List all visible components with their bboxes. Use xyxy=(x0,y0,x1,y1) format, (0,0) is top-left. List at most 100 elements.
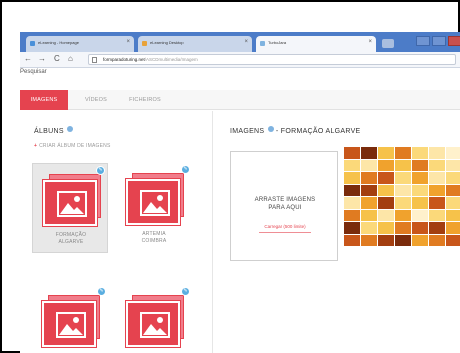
thumbnail-swatch xyxy=(378,147,394,159)
thumbnail-swatch xyxy=(446,184,460,196)
partial-search-label: Pesquisar xyxy=(20,69,47,75)
thumbnail-swatch xyxy=(429,209,445,221)
thumbnail-swatch xyxy=(429,159,445,171)
thumbnail-swatch xyxy=(361,184,377,196)
thumbnail-swatch xyxy=(395,184,411,196)
browser-tab-3[interactable]: TurboJara × xyxy=(256,36,376,52)
thumbnail-swatch xyxy=(446,222,460,234)
thumbnail-swatch xyxy=(446,147,460,159)
tab-favicon-icon xyxy=(142,41,147,46)
thumbnail-swatch xyxy=(395,209,411,221)
image-placeholder-icon xyxy=(56,312,86,338)
edit-badge-icon[interactable]: ✎ xyxy=(181,165,190,174)
address-bar[interactable]: formparadoturing.net/ASCDmultimedia/Imag… xyxy=(88,54,456,65)
thumbnail-swatch xyxy=(344,222,360,234)
thumbnail-swatch xyxy=(378,184,394,196)
album-card-formacao-algarve[interactable]: ✎ FORMAÇÃO ALGARVE xyxy=(32,163,108,253)
thumbnail-swatch xyxy=(412,184,428,196)
thumbnail-swatch xyxy=(344,172,360,184)
thumbnail-swatch xyxy=(446,172,460,184)
create-album-link[interactable]: + CRIAR ÁLBUM DE IMAGENS xyxy=(34,143,110,149)
browser-tab-2[interactable]: eLearning Desktop × xyxy=(138,36,252,52)
thumbnail-swatch xyxy=(446,159,460,171)
thumbnail-swatch xyxy=(378,234,394,246)
dropzone-line2: PARA AQUI xyxy=(268,205,302,211)
image-thumbnail[interactable] xyxy=(344,147,460,247)
edit-badge-icon[interactable]: ✎ xyxy=(96,166,105,175)
media-tabs: IMAGENS VÍDEOS FICHEIROS xyxy=(20,90,460,110)
images-title: IMAGENS xyxy=(230,128,265,135)
dropzone-line1: ARRASTE IMAGENS xyxy=(254,197,316,203)
edit-badge-icon[interactable]: ✎ xyxy=(97,287,106,296)
thumbnail-swatch xyxy=(446,197,460,209)
thumbnail-swatch xyxy=(446,209,460,221)
images-heading: IMAGENS - FORMAÇÃO ALGARVE xyxy=(230,126,361,135)
album-stack-icon xyxy=(42,295,102,347)
tab-close-icon[interactable]: × xyxy=(368,39,372,45)
albums-title: ÁLBUNS xyxy=(34,128,64,135)
upload-link[interactable]: Carregar (500 limite) xyxy=(231,224,339,229)
image-dropzone[interactable]: ARRASTE IMAGENS PARA AQUI Carregar (500 … xyxy=(230,151,338,261)
thumbnail-swatch xyxy=(446,234,460,246)
thumbnail-swatch xyxy=(429,172,445,184)
thumbnail-swatch xyxy=(378,197,394,209)
image-placeholder-icon xyxy=(57,191,87,217)
thumbnail-swatch xyxy=(395,159,411,171)
thumbnail-swatch xyxy=(395,222,411,234)
album-card-3[interactable]: ✎ xyxy=(32,285,108,353)
thumbnail-swatch xyxy=(395,234,411,246)
albums-heading: ÁLBUNS xyxy=(34,126,74,135)
edit-badge-icon[interactable]: ✎ xyxy=(181,287,190,296)
thumbnail-swatch xyxy=(429,184,445,196)
info-icon[interactable] xyxy=(67,126,74,132)
window-close-button[interactable] xyxy=(448,36,460,46)
url-path: /ASCDmultimedia/Imagem xyxy=(144,57,198,62)
minimize-button[interactable] xyxy=(416,36,430,46)
thumbnail-swatch xyxy=(361,234,377,246)
tab-images[interactable]: IMAGENS xyxy=(20,90,68,110)
album-stack-icon xyxy=(43,174,103,226)
thumbnail-swatch xyxy=(344,147,360,159)
maximize-button[interactable] xyxy=(432,36,446,46)
tab-close-icon[interactable]: × xyxy=(244,39,248,45)
reload-icon[interactable]: C xyxy=(54,54,60,64)
thumbnail-swatch xyxy=(378,159,394,171)
thumbnail-swatch xyxy=(361,172,377,184)
thumbnail-swatch xyxy=(412,147,428,159)
album-caption: FORMAÇÃO ALGARVE xyxy=(33,232,109,246)
thumbnail-swatch xyxy=(429,147,445,159)
plus-icon: + xyxy=(34,143,38,149)
thumbnail-swatch xyxy=(395,197,411,209)
thumbnail-swatch xyxy=(395,172,411,184)
browser-toolbar: ← → C ⌂ formparadoturing.net/ASCDmultime… xyxy=(20,52,460,68)
tab-files[interactable]: FICHEIROS xyxy=(120,90,170,110)
album-caption-line2: ALGARVE xyxy=(58,239,84,245)
back-icon[interactable]: ← xyxy=(24,54,32,64)
album-card-artemia-coimbra[interactable]: ✎ ARTEMIA COIMBRA xyxy=(116,163,192,253)
title-separator: - xyxy=(275,128,279,135)
album-caption-line1: ARTEMIA xyxy=(142,231,166,237)
create-album-label: CRIAR ÁLBUM DE IMAGENS xyxy=(39,143,111,149)
tab-favicon-icon xyxy=(30,41,35,46)
album-stack-icon xyxy=(126,295,186,347)
forward-icon[interactable]: → xyxy=(38,54,46,64)
thumbnail-swatch xyxy=(361,147,377,159)
home-icon[interactable]: ⌂ xyxy=(68,54,73,64)
thumbnail-swatch xyxy=(344,234,360,246)
browser-tab-label: eLearning - Homepage xyxy=(38,40,79,45)
new-tab-button[interactable] xyxy=(382,39,394,48)
album-card-4[interactable]: ✎ xyxy=(116,285,192,353)
images-panel: IMAGENS - FORMAÇÃO ALGARVE ARRASTE IMAGE… xyxy=(214,111,460,353)
thumbnail-swatch xyxy=(378,222,394,234)
tab-close-icon[interactable]: × xyxy=(126,39,130,45)
thumbnail-swatch xyxy=(344,197,360,209)
browser-window: eLearning - Homepage × eLearning Desktop… xyxy=(20,32,460,353)
upload-underline xyxy=(259,232,311,233)
thumbnail-swatch xyxy=(412,209,428,221)
page-icon xyxy=(92,57,97,63)
thumbnail-swatch xyxy=(412,159,428,171)
tab-videos[interactable]: VÍDEOS xyxy=(78,90,114,110)
info-icon[interactable] xyxy=(267,126,274,132)
thumbnail-swatch xyxy=(344,159,360,171)
browser-tab-1[interactable]: eLearning - Homepage × xyxy=(26,36,134,52)
